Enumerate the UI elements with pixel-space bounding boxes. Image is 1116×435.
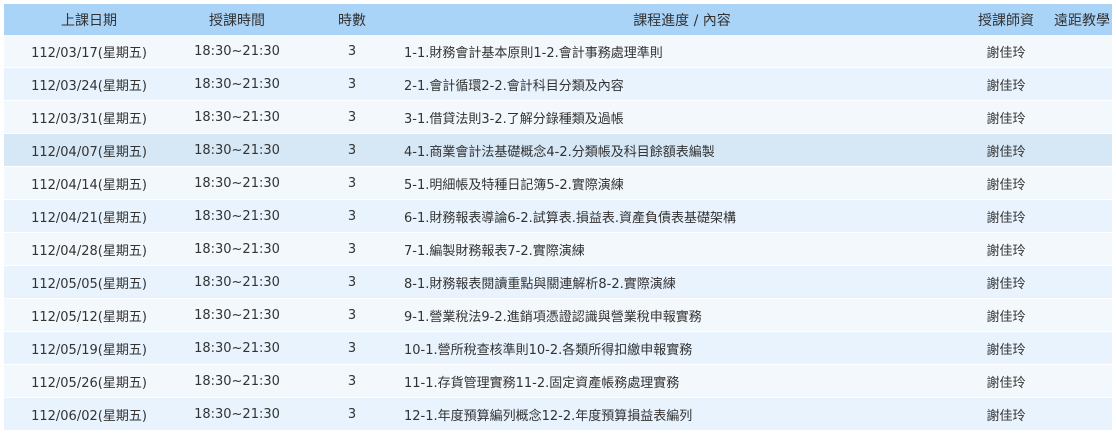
table-row: 112/05/26(星期五) 18:30~21:30 3 11-1.存貨管理實務11-… [4, 364, 1112, 398]
cell-remote [1052, 298, 1112, 332]
cell-content: 2-1.會計循環2-2.會計科目分類及內容 [404, 67, 960, 101]
cell-content: 9-1.營業稅法9-2.進銷項憑證認識與營業稅申報實務 [404, 298, 960, 332]
cell-remote [1052, 35, 1112, 68]
cell-remote [1052, 166, 1112, 200]
header-content: 課程進度 / 內容 [404, 4, 960, 35]
cell-hours: 3 [300, 298, 404, 332]
header-hours: 時數 [300, 4, 404, 35]
cell-teacher: 謝佳玲 [960, 364, 1052, 398]
cell-date: 112/05/05(星期五) [4, 265, 174, 299]
header-time: 授課時間 [174, 4, 300, 35]
cell-hours: 3 [300, 100, 404, 134]
cell-hours: 3 [300, 166, 404, 200]
cell-teacher: 謝佳玲 [960, 133, 1052, 167]
cell-hours: 3 [300, 364, 404, 398]
cell-remote [1052, 199, 1112, 233]
cell-hours: 3 [300, 232, 404, 266]
cell-remote [1052, 397, 1112, 431]
cell-content: 3-1.借貸法則3-2.了解分錄種類及過帳 [404, 100, 960, 134]
cell-remote [1052, 67, 1112, 101]
table-row: 112/06/02(星期五) 18:30~21:30 3 12-1.年度預算編列概念1… [4, 397, 1112, 431]
cell-teacher: 謝佳玲 [960, 397, 1052, 431]
cell-date: 112/03/17(星期五) [4, 35, 174, 68]
cell-content: 11-1.存貨管理實務11-2.固定資產帳務處理實務 [404, 364, 960, 398]
cell-content: 8-1.財務報表閱讀重點與關連解析8-2.實際演練 [404, 265, 960, 299]
cell-teacher: 謝佳玲 [960, 265, 1052, 299]
cell-time: 18:30~21:30 [174, 364, 300, 398]
cell-content: 4-1.商業會計法基礎概念4-2.分類帳及科目餘額表編製 [404, 133, 960, 167]
cell-time: 18:30~21:30 [174, 35, 300, 68]
cell-date: 112/06/02(星期五) [4, 397, 174, 431]
table-row: 112/05/05(星期五) 18:30~21:30 3 8-1.財務報表閱讀重點與關… [4, 265, 1112, 299]
cell-remote [1052, 364, 1112, 398]
table-row: 112/05/19(星期五) 18:30~21:30 3 10-1.營所稅查核準則10… [4, 331, 1112, 365]
cell-time: 18:30~21:30 [174, 232, 300, 266]
cell-time: 18:30~21:30 [174, 265, 300, 299]
cell-time: 18:30~21:30 [174, 199, 300, 233]
cell-date: 112/04/21(星期五) [4, 199, 174, 233]
cell-teacher: 謝佳玲 [960, 298, 1052, 332]
cell-teacher: 謝佳玲 [960, 35, 1052, 68]
cell-hours: 3 [300, 397, 404, 431]
cell-date: 112/05/19(星期五) [4, 331, 174, 365]
course-schedule-table: 上課日期 授課時間 時數 課程進度 / 內容 授課師資 遠距教學 112/03/… [4, 4, 1112, 431]
cell-content: 10-1.營所稅查核準則10-2.各類所得扣繳申報實務 [404, 331, 960, 365]
cell-teacher: 謝佳玲 [960, 199, 1052, 233]
cell-hours: 3 [300, 265, 404, 299]
cell-date: 112/03/31(星期五) [4, 100, 174, 134]
cell-remote [1052, 133, 1112, 167]
table-body: 112/03/17(星期五) 18:30~21:30 3 1-1.財務會計基本原則1-… [4, 35, 1112, 431]
cell-hours: 3 [300, 35, 404, 68]
cell-time: 18:30~21:30 [174, 298, 300, 332]
table-row: 112/04/14(星期五) 18:30~21:30 3 5-1.明細帳及特種日記簿5… [4, 166, 1112, 200]
header-remote: 遠距教學 [1052, 4, 1112, 35]
cell-date: 112/05/26(星期五) [4, 364, 174, 398]
cell-remote [1052, 265, 1112, 299]
cell-time: 18:30~21:30 [174, 331, 300, 365]
cell-remote [1052, 100, 1112, 134]
cell-time: 18:30~21:30 [174, 166, 300, 200]
cell-hours: 3 [300, 67, 404, 101]
table-row: 112/03/31(星期五) 18:30~21:30 3 3-1.借貸法則3-2.了解… [4, 100, 1112, 134]
cell-date: 112/05/12(星期五) [4, 298, 174, 332]
table-row: 112/03/17(星期五) 18:30~21:30 3 1-1.財務會計基本原則1-… [4, 35, 1112, 68]
cell-teacher: 謝佳玲 [960, 166, 1052, 200]
table-row: 112/03/24(星期五) 18:30~21:30 3 2-1.會計循環2-2.會計… [4, 67, 1112, 101]
cell-time: 18:30~21:30 [174, 397, 300, 431]
table-row: 112/05/12(星期五) 18:30~21:30 3 9-1.營業稅法9-2.進銷… [4, 298, 1112, 332]
cell-content: 5-1.明細帳及特種日記簿5-2.實際演練 [404, 166, 960, 200]
cell-teacher: 謝佳玲 [960, 100, 1052, 134]
cell-time: 18:30~21:30 [174, 100, 300, 134]
table-row: 112/04/21(星期五) 18:30~21:30 3 6-1.財務報表導論6-2.… [4, 199, 1112, 233]
cell-date: 112/04/28(星期五) [4, 232, 174, 266]
cell-date: 112/04/14(星期五) [4, 166, 174, 200]
cell-date: 112/04/07(星期五) [4, 133, 174, 167]
cell-content: 7-1.編製財務報表7-2.實際演練 [404, 232, 960, 266]
cell-teacher: 謝佳玲 [960, 331, 1052, 365]
cell-remote [1052, 331, 1112, 365]
cell-hours: 3 [300, 331, 404, 365]
cell-hours: 3 [300, 199, 404, 233]
course-schedule: 上課日期 授課時間 時數 課程進度 / 內容 授課師資 遠距教學 112/03/… [4, 4, 1112, 431]
cell-time: 18:30~21:30 [174, 67, 300, 101]
cell-content: 1-1.財務會計基本原則1-2.會計事務處理準則 [404, 35, 960, 68]
cell-remote [1052, 232, 1112, 266]
table-row: 112/04/07(星期五) 18:30~21:30 3 4-1.商業會計法基礎概念4… [4, 133, 1112, 167]
cell-content: 6-1.財務報表導論6-2.試算表.損益表.資產負債表基礎架構 [404, 199, 960, 233]
cell-teacher: 謝佳玲 [960, 232, 1052, 266]
header-teacher: 授課師資 [960, 4, 1052, 35]
table-row: 112/04/28(星期五) 18:30~21:30 3 7-1.編製財務報表7-2.… [4, 232, 1112, 266]
cell-content: 12-1.年度預算編列概念12-2.年度預算損益表編列 [404, 397, 960, 431]
cell-teacher: 謝佳玲 [960, 67, 1052, 101]
cell-date: 112/03/24(星期五) [4, 67, 174, 101]
cell-hours: 3 [300, 133, 404, 167]
header-date: 上課日期 [4, 4, 174, 35]
table-header-row: 上課日期 授課時間 時數 課程進度 / 內容 授課師資 遠距教學 [4, 4, 1112, 35]
cell-time: 18:30~21:30 [174, 133, 300, 167]
